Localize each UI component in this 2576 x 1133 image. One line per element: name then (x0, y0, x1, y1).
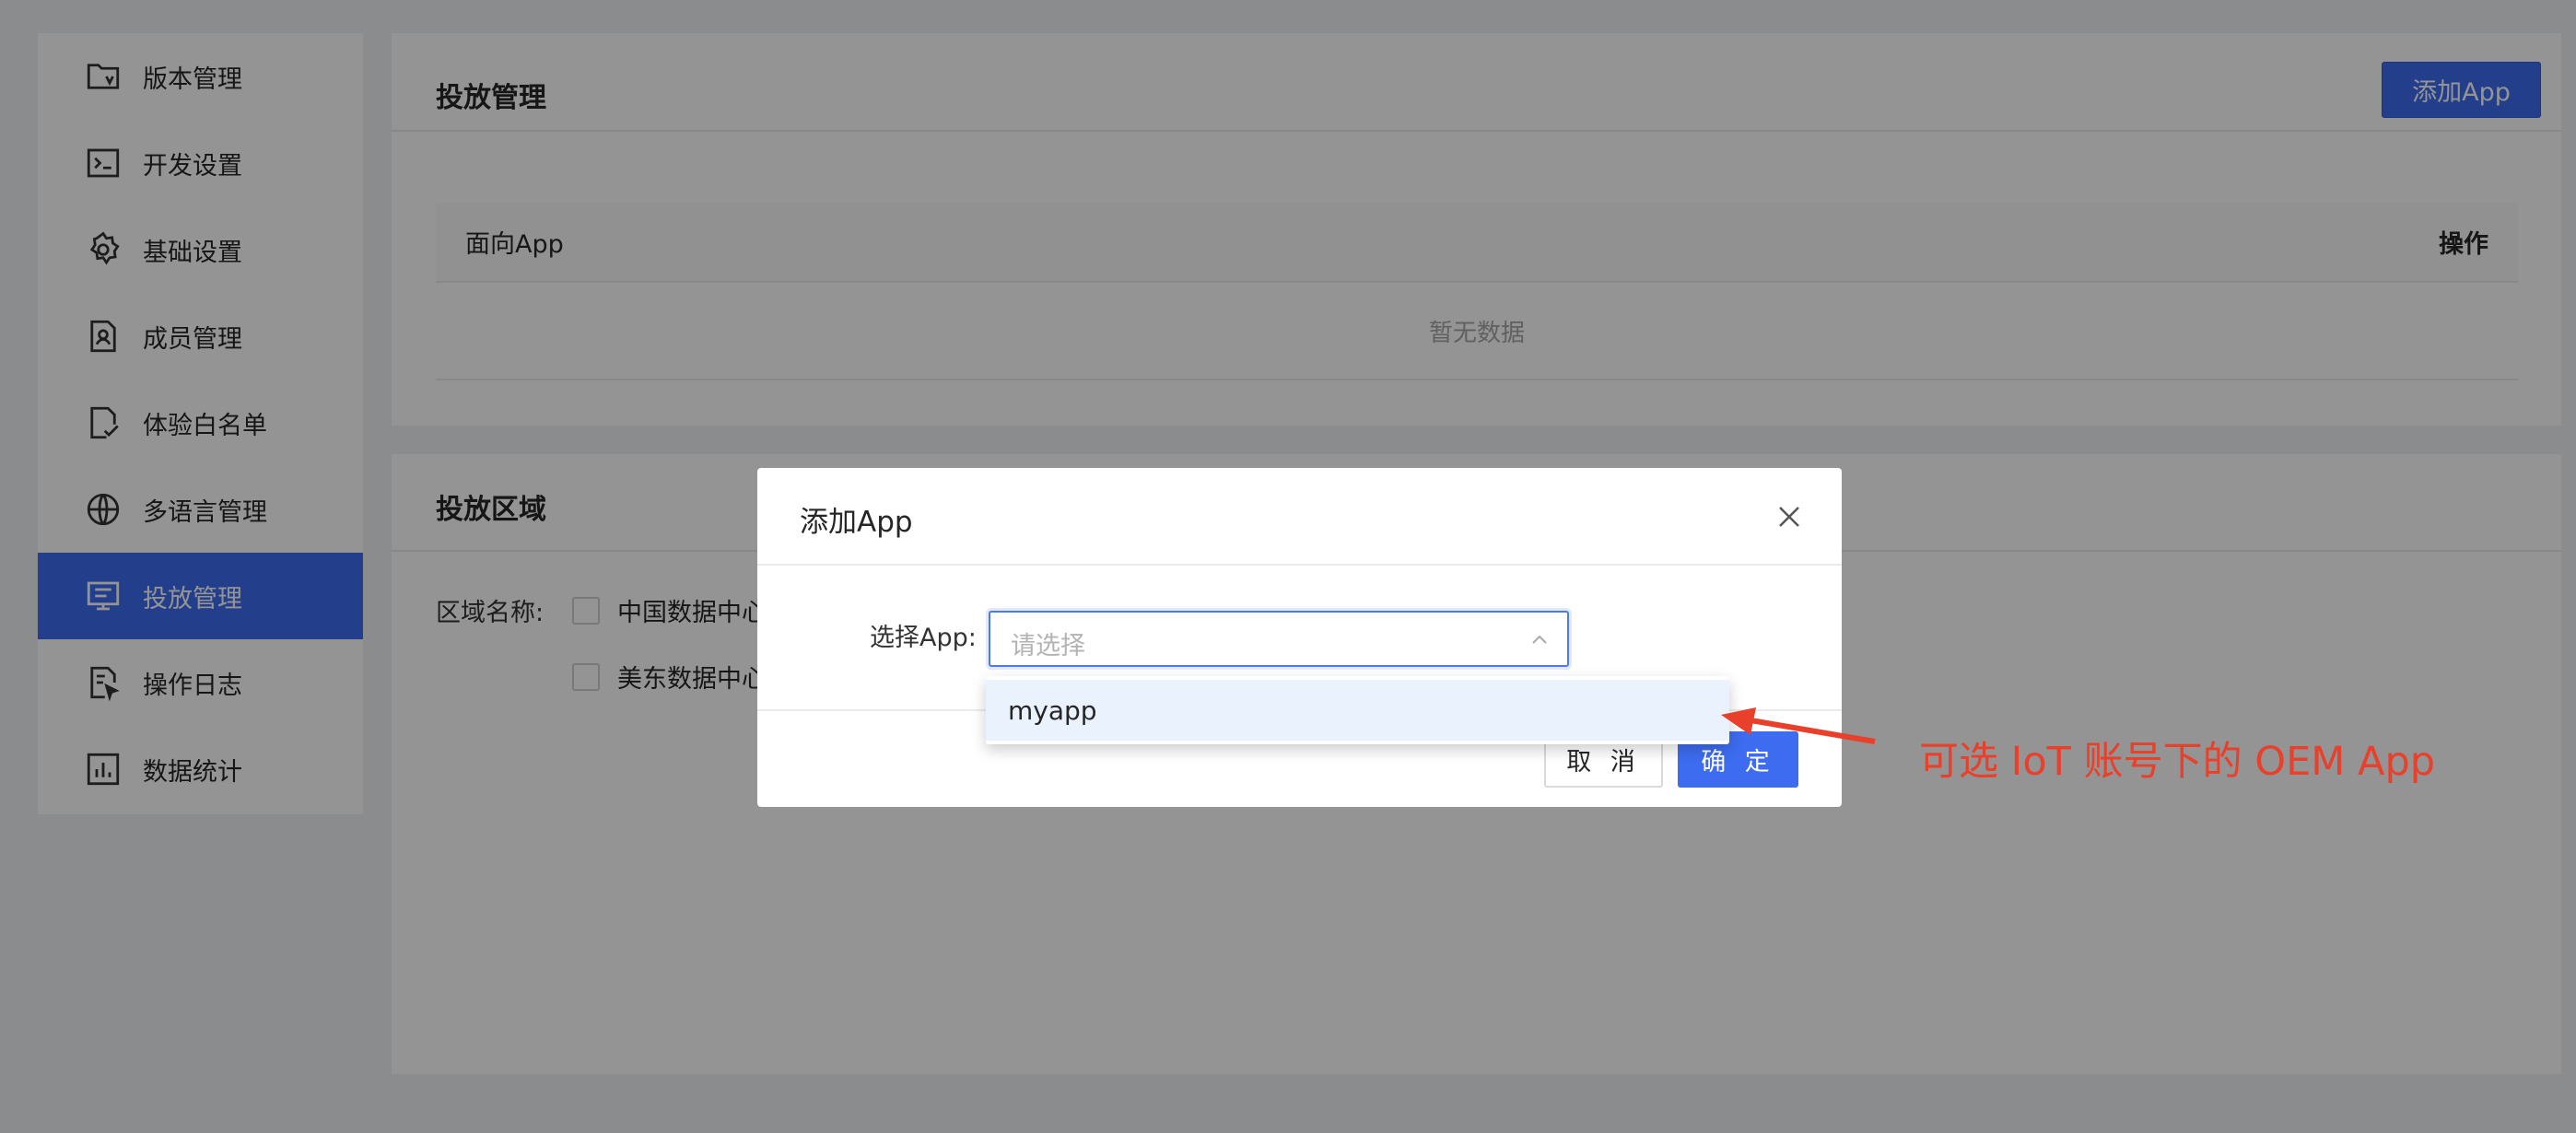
chevron-up-icon (1532, 635, 1547, 644)
app-dropdown: myapp (986, 676, 1729, 744)
select-app-label: 选择App: (870, 624, 977, 652)
modal-title: 添加App (800, 506, 913, 539)
app-select[interactable]: 请选择 (989, 611, 1569, 667)
select-placeholder: 请选择 (1011, 632, 1085, 660)
add-app-modal: 添加App 选择App: 请选择 取 消 确 定 (757, 468, 1842, 807)
annotation-text: 可选 IoT 账号下的 OEM App (1919, 739, 2436, 785)
modal-header: 添加App (757, 468, 1842, 566)
close-icon[interactable] (1775, 503, 1803, 531)
annotation-arrow-icon (1721, 707, 1876, 744)
dropdown-option-myapp[interactable]: myapp (986, 680, 1729, 741)
